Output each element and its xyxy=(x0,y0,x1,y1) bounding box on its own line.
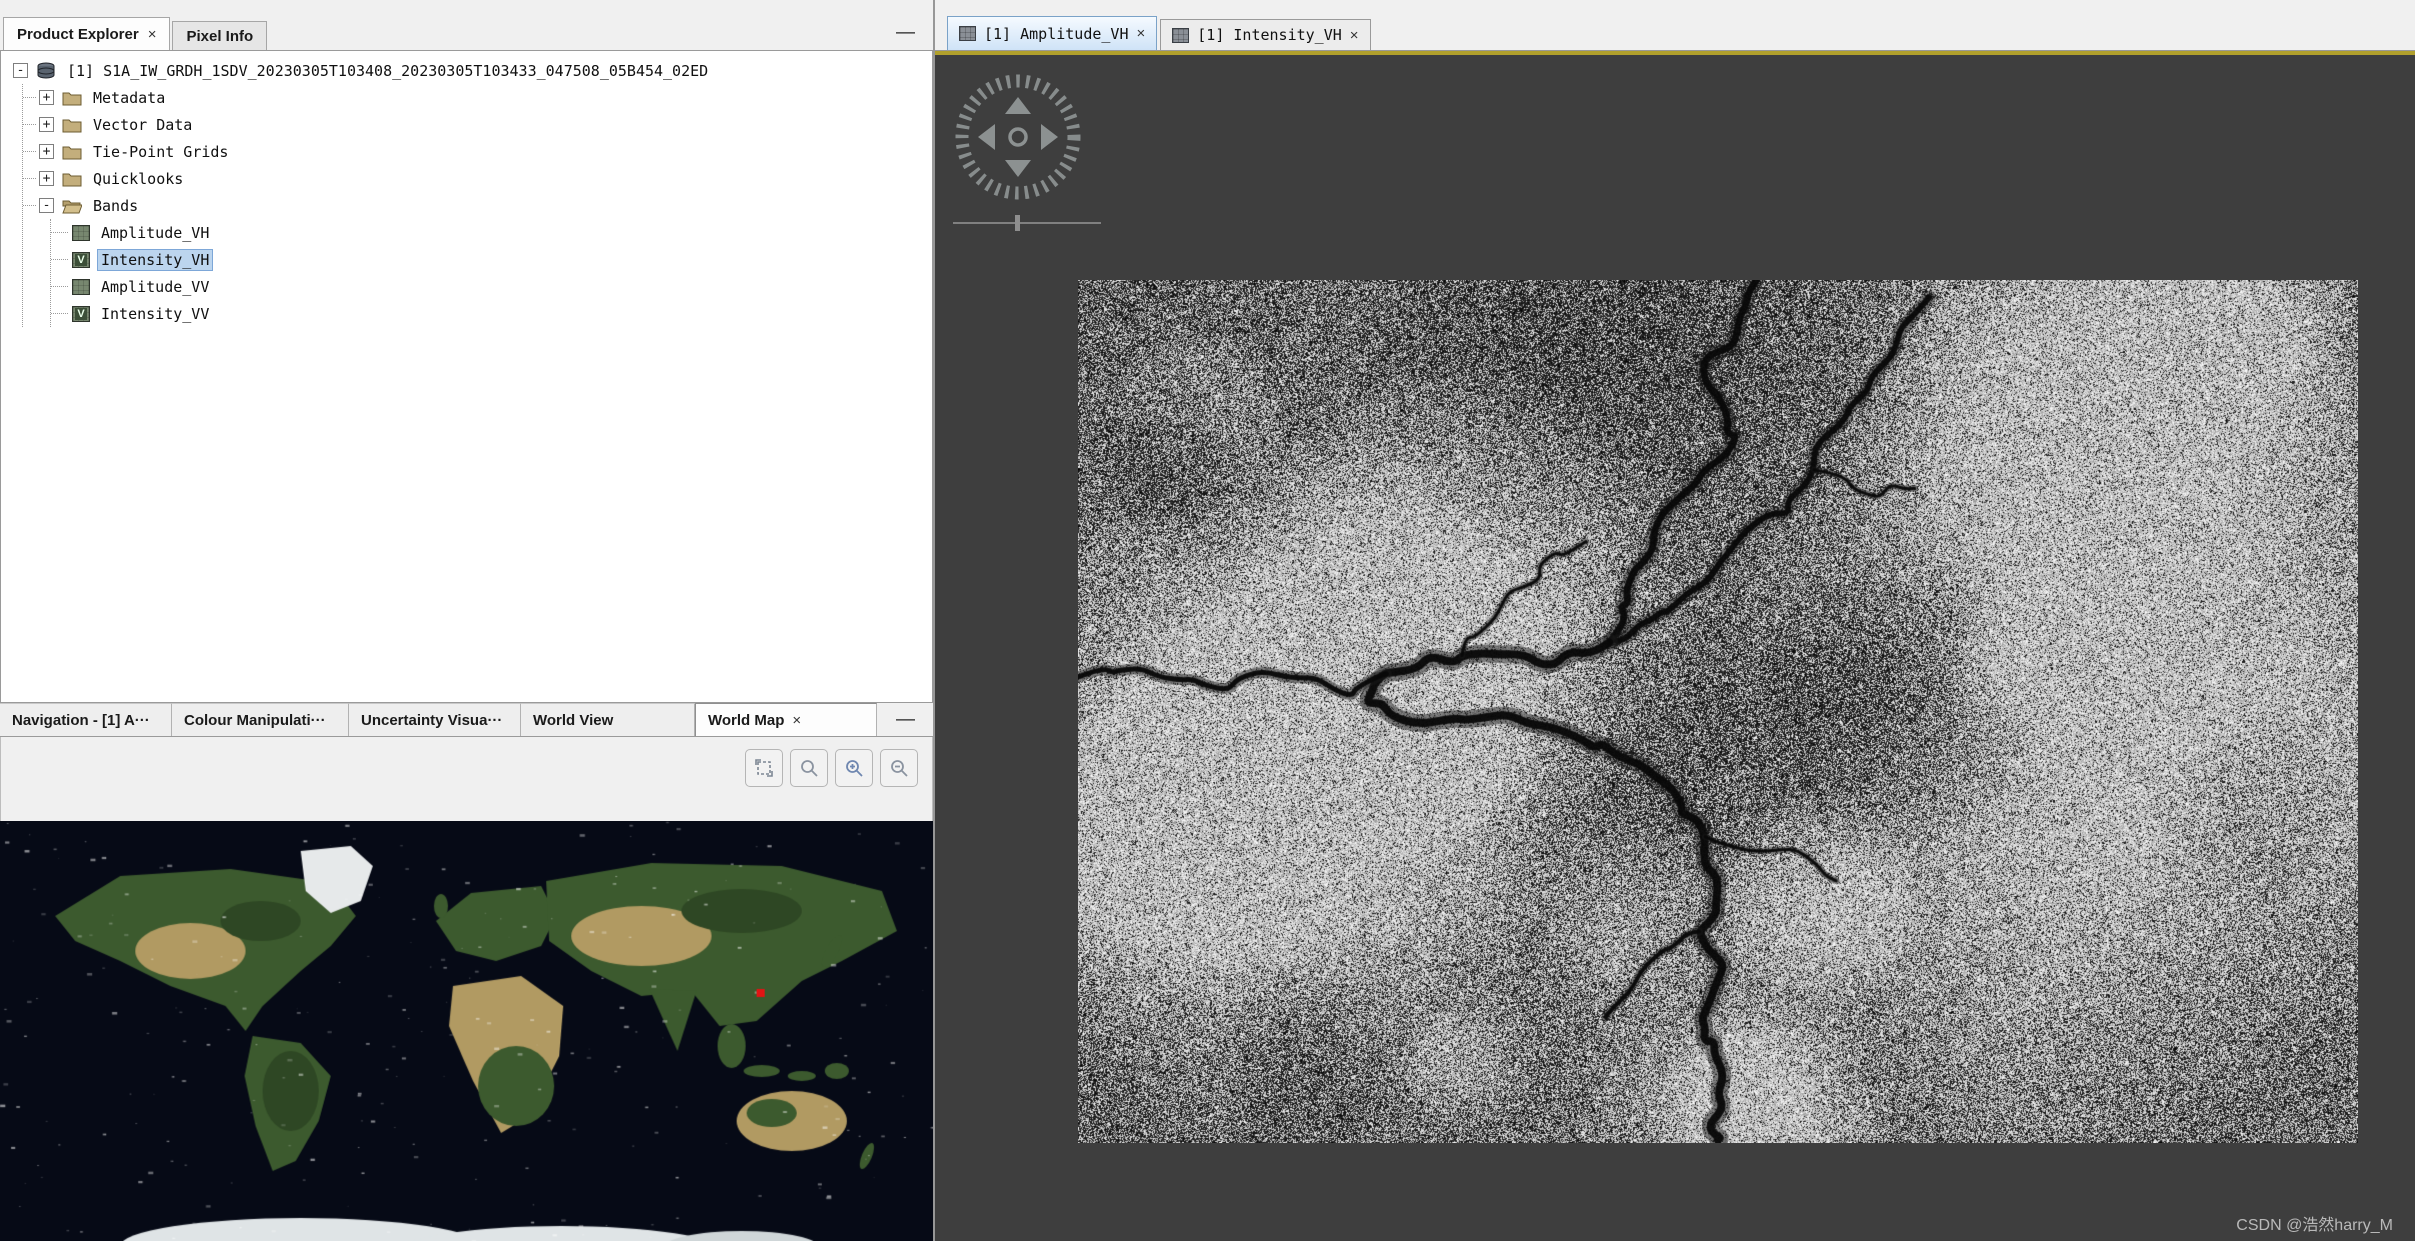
tool-window-tabbar: Navigation - [1] A··· Colour Manipulati·… xyxy=(0,703,933,737)
tree-row-vector-data[interactable]: + Vector Data xyxy=(23,111,932,138)
zoom-out-button[interactable] xyxy=(880,749,918,787)
tree-row-band-intensity-vh[interactable]: V Intensity_VH xyxy=(51,246,932,273)
open-folder-icon xyxy=(62,198,82,214)
pan-navigation-wheel[interactable] xyxy=(943,59,1093,209)
zoom-in-button[interactable] xyxy=(835,749,873,787)
tab-label: Colour Manipulati··· xyxy=(184,712,326,729)
zoom-selection-button[interactable] xyxy=(790,749,828,787)
band-label: Amplitude_VV xyxy=(98,277,212,297)
tab-amplitude-vh-view[interactable]: [1] Amplitude_VH × xyxy=(947,16,1157,50)
tab-label: Uncertainty Visua··· xyxy=(361,712,502,729)
document-area: [1] Amplitude_VH × [1] Intensity_VH × CS… xyxy=(935,0,2415,1241)
close-icon[interactable]: × xyxy=(148,26,157,43)
tree-row-bands[interactable]: - Bands xyxy=(23,192,932,219)
zoom-slider[interactable] xyxy=(953,213,1101,233)
watermark-text: CSDN @浩然harry_M xyxy=(2236,1211,2393,1235)
tree-row-band-intensity-vv[interactable]: V Intensity_VV xyxy=(51,300,932,327)
tab-colour-manipulation[interactable]: Colour Manipulati··· xyxy=(172,703,349,736)
folder-label: Tie-Point Grids xyxy=(90,142,231,162)
tab-label: World Map xyxy=(708,712,784,729)
left-dock: Product Explorer × Pixel Info — - [1] S1… xyxy=(0,0,935,1241)
zoom-slider-thumb[interactable] xyxy=(1015,215,1020,231)
tool-window-panel: Navigation - [1] A··· Colour Manipulati·… xyxy=(0,703,933,1241)
product-explorer-panel: Product Explorer × Pixel Info — - [1] S1… xyxy=(0,15,933,703)
tree-row-band-amplitude-vh[interactable]: Amplitude_VH xyxy=(51,219,932,246)
folder-icon xyxy=(62,171,82,187)
folder-icon xyxy=(62,117,82,133)
tab-intensity-vh-view[interactable]: [1] Intensity_VH × xyxy=(1160,19,1370,50)
world-map-view[interactable] xyxy=(0,821,933,1241)
zoom-slider-track xyxy=(953,222,1101,224)
tree-row-metadata[interactable]: + Metadata xyxy=(23,84,932,111)
virtual-band-icon: V xyxy=(72,252,90,268)
product-label: [1] S1A_IW_GRDH_1SDV_20230305T103408_202… xyxy=(64,61,711,81)
tab-label: Product Explorer xyxy=(17,26,139,43)
expand-expander-icon[interactable]: + xyxy=(39,90,54,105)
folder-icon xyxy=(62,90,82,106)
virtual-band-badge: V xyxy=(75,254,86,266)
tab-uncertainty-visualisation[interactable]: Uncertainty Visua··· xyxy=(349,703,521,736)
close-icon[interactable]: × xyxy=(1350,27,1359,44)
close-icon[interactable]: × xyxy=(1137,25,1146,42)
folder-label: Metadata xyxy=(90,88,168,108)
world-map-toolbar xyxy=(0,737,933,821)
raster-band-icon xyxy=(72,225,90,241)
tab-label: World View xyxy=(533,712,613,729)
tab-pixel-info[interactable]: Pixel Info xyxy=(172,21,267,50)
bands-children: Amplitude_VH V Intensity_VH Amplitude_VV… xyxy=(50,219,932,327)
band-label: Amplitude_VH xyxy=(98,223,212,243)
folder-icon xyxy=(62,144,82,160)
tab-label: Navigation - [1] A··· xyxy=(12,712,150,729)
zoom-all-button[interactable] xyxy=(745,749,783,787)
explorer-tabbar: Product Explorer × Pixel Info — xyxy=(0,15,933,51)
document-tabbar: [1] Amplitude_VH × [1] Intensity_VH × xyxy=(935,15,2415,51)
raster-band-icon xyxy=(72,279,90,295)
folder-label: Vector Data xyxy=(90,115,195,135)
expand-expander-icon[interactable]: + xyxy=(39,117,54,132)
pan-down-arrow-icon xyxy=(1005,160,1031,177)
virtual-band-icon: V xyxy=(72,306,90,322)
tab-world-map[interactable]: World Map × xyxy=(695,703,877,736)
tab-label: [1] Intensity_VH xyxy=(1197,26,1342,44)
tree-row-tie-point-grids[interactable]: + Tie-Point Grids xyxy=(23,138,932,165)
tree-row-quicklooks[interactable]: + Quicklooks xyxy=(23,165,932,192)
product-icon xyxy=(36,62,56,80)
collapse-expander-icon[interactable]: - xyxy=(13,63,28,78)
minimize-button[interactable]: — xyxy=(890,21,921,44)
tab-label: [1] Amplitude_VH xyxy=(984,25,1129,43)
zoom-toolbar xyxy=(745,749,918,787)
band-thumbnail-icon xyxy=(959,26,976,41)
image-view[interactable]: CSDN @浩然harry_M xyxy=(935,51,2415,1241)
tab-navigation[interactable]: Navigation - [1] A··· xyxy=(0,703,172,736)
world-map-canvas[interactable] xyxy=(0,821,933,1241)
pan-left-arrow-icon xyxy=(978,124,995,150)
collapse-expander-icon[interactable]: - xyxy=(39,198,54,213)
folder-label: Quicklooks xyxy=(90,169,186,189)
band-label: Intensity_VV xyxy=(98,304,212,324)
product-tree: - [1] S1A_IW_GRDH_1SDV_20230305T103408_2… xyxy=(0,51,933,703)
folder-label: Bands xyxy=(90,196,141,216)
snap-application-window: Product Explorer × Pixel Info — - [1] S1… xyxy=(0,0,2415,1241)
sar-image-canvas[interactable] xyxy=(1078,280,2358,1143)
tab-product-explorer[interactable]: Product Explorer × xyxy=(3,17,170,50)
tab-label: Pixel Info xyxy=(186,28,253,45)
tree-row-product[interactable]: - [1] S1A_IW_GRDH_1SDV_20230305T103408_2… xyxy=(1,57,932,84)
virtual-band-badge: V xyxy=(75,308,86,320)
product-children: + Metadata + Vector Data + Tie-Point Gri… xyxy=(22,84,932,327)
expand-expander-icon[interactable]: + xyxy=(39,144,54,159)
pan-right-arrow-icon xyxy=(1041,124,1058,150)
expand-expander-icon[interactable]: + xyxy=(39,171,54,186)
band-thumbnail-icon xyxy=(1172,28,1189,43)
close-icon[interactable]: × xyxy=(792,712,801,729)
tree-row-band-amplitude-vv[interactable]: Amplitude_VV xyxy=(51,273,932,300)
minimize-button[interactable]: — xyxy=(890,708,921,731)
pan-up-arrow-icon xyxy=(1005,97,1031,114)
band-label-selected: Intensity_VH xyxy=(98,250,212,270)
tab-world-view[interactable]: World View xyxy=(521,703,695,736)
